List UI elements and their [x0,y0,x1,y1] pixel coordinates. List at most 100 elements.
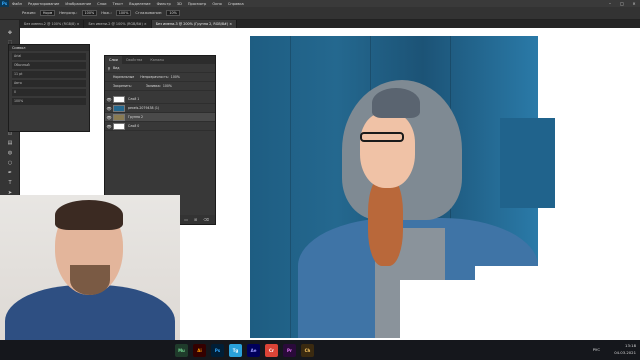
menu-image[interactable]: Изображение [62,2,94,6]
wall-seam [290,36,291,338]
character-panel: Символ Arial Обычный 11 pt Авто 0 100% [8,44,90,132]
hair [368,176,403,266]
layer-row[interactable]: 👁 Слой 0 [105,122,215,131]
app-icon-chrome[interactable]: Cr [265,343,278,357]
menu-3d[interactable]: 3D [174,2,185,6]
scale-input[interactable]: 100% [12,98,86,105]
eye-icon[interactable]: 👁 [105,106,113,111]
blend-mode-select[interactable]: Нормальные [113,75,134,79]
clock-time: 13:18 [625,343,636,348]
layer-row[interactable]: 👁 Слой 1 [105,95,215,104]
layer-opacity-label: Непрозрачность: [140,75,169,79]
mask-cutout [475,266,540,338]
menu-edit[interactable]: Редактирование [25,2,62,6]
menu-filter[interactable]: Фильтр [154,2,174,6]
dodge-tool-icon[interactable]: ○ [5,160,15,166]
eye-icon[interactable]: 👁 [105,115,113,120]
layer-thumbnail [113,122,125,130]
layer-thumbnail [113,95,125,103]
system-clock[interactable]: 13:18 04.03.2021 [614,342,636,356]
folder-icon [113,113,125,121]
menu-type[interactable]: Текст [110,2,127,6]
eye-icon[interactable]: 👁 [105,124,113,129]
layer-name: Группа 2 [128,115,144,119]
smoothing-label: Сглаживание: [135,11,163,15]
tab-channels[interactable]: Каналы [146,56,168,64]
tracking-input[interactable]: 0 [12,89,86,96]
mode-label: Режим: [22,11,36,15]
clock-date: 04.03.2021 [614,350,636,355]
tab-document-1[interactable]: Без имени-2 @ 100% (RGB/8) × [20,20,85,28]
smoothing-input[interactable]: 10% [166,10,180,16]
app-icon-illustrator[interactable]: Ai [193,343,206,357]
fill-input[interactable]: 100% [163,84,172,88]
presenter-beard [70,265,110,295]
photoshop-logo-icon[interactable]: Ps [0,0,9,7]
maximize-icon[interactable]: □ [616,0,628,7]
opacity-label: Непрозр.: [59,11,78,15]
menu-help[interactable]: Справка [225,2,247,6]
font-style-select[interactable]: Обычный [12,62,86,69]
language-indicator[interactable]: РУС [593,347,600,352]
search-icon: ⚲ [107,65,111,71]
options-bar: Режим: Норм Непрозр.: 100% Наж.: 100% Сг… [0,7,640,20]
gradient-tool-icon[interactable]: ▤ [5,140,15,146]
layer-row[interactable]: 👁 pexels-2079438 (1) [105,104,215,113]
menu-file[interactable]: Файл [9,2,25,6]
eye-icon[interactable]: 👁 [105,97,113,102]
tab-properties[interactable]: Свойства [122,56,147,64]
taskbar: Mu Ai Ps Tg Ae Cr Pr Ch РУС 13:18 04.03.… [0,340,640,360]
blend-row: Нормальные Непрозрачность: 100% [105,73,215,82]
new-layer-icon[interactable]: ⊞ [194,217,197,222]
layer-filter-row: ⚲ Вид [105,64,215,73]
menu-select[interactable]: Выделение [126,2,153,6]
menu-window[interactable]: Окно [209,2,225,6]
layer-opacity-input[interactable]: 100% [171,75,180,79]
blur-tool-icon[interactable]: ◍ [5,150,15,156]
leading-input[interactable]: Авто [12,80,86,87]
close-icon[interactable]: × [628,0,640,7]
presenter-hair [55,200,123,230]
new-group-icon[interactable]: ▭ [184,217,188,222]
layer-row[interactable]: 👁 Группа 2 [105,113,215,122]
move-tool-icon[interactable]: ✥ [5,30,15,36]
menu-bar: Ps Файл Редактирование Изображение Слои … [0,0,640,7]
layer-thumbnail [113,104,125,112]
tab-document-3[interactable]: Без имени-3 @ 200% (Группа 2, RGB/8#) × [151,20,238,28]
app-icon-character[interactable]: Ch [301,343,314,357]
layer-name: Слой 1 [128,97,140,101]
font-size-input[interactable]: 11 pt [12,71,86,78]
face [360,113,415,188]
tab-document-2[interactable]: Без имени-2 @ 100% (RGB/8#) × [84,20,152,28]
fill-label: Заливка: [145,84,161,88]
layer-filter-select[interactable]: Вид [113,66,119,70]
mode-select[interactable]: Норм [39,10,56,16]
app-icon-after-effects[interactable]: Ae [247,343,260,357]
letter-m-shape [500,118,555,208]
menu-view[interactable]: Просмотр [185,2,209,6]
beanie [372,88,420,118]
app-icon-mu[interactable]: Mu [175,343,188,357]
lock-row: Закрепить: Заливка: 100% [105,82,215,91]
pressure-label: Наж.: [101,11,112,15]
opacity-input[interactable]: 100% [81,10,98,16]
app-icon-telegram[interactable]: Tg [229,343,242,357]
font-family-select[interactable]: Arial [12,53,86,60]
pen-tool-icon[interactable]: ✒ [5,170,15,176]
webcam-overlay [0,195,180,360]
glasses [360,132,404,142]
lock-label: Закрепить: [113,84,132,88]
document-tabs: Без имени-2 @ 100% (RGB/8) × Без имени-2… [20,20,640,28]
window-controls: – □ × [604,0,640,7]
minimize-icon[interactable]: – [604,0,616,7]
type-tool-icon[interactable]: T [5,180,15,186]
layer-name: pexels-2079438 (1) [128,106,160,110]
tab-layers[interactable]: Слои [105,56,122,64]
app-icon-photoshop[interactable]: Ps [211,343,224,357]
layer-name: Слой 0 [128,124,140,128]
pressure-input[interactable]: 100% [115,10,132,16]
app-icon-premiere[interactable]: Pr [283,343,296,357]
panel-title: Символ [9,45,89,51]
menu-layers[interactable]: Слои [94,2,109,6]
trash-icon[interactable]: ⌫ [203,217,209,222]
